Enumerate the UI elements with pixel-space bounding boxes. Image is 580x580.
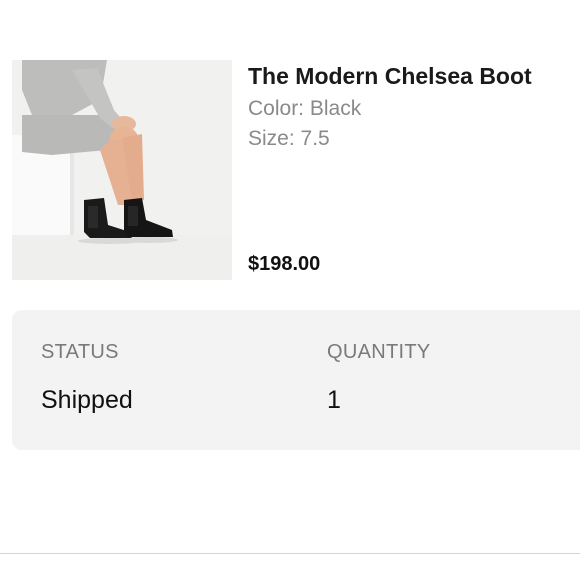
product-title[interactable]: The Modern Chelsea Boot: [248, 63, 532, 90]
order-item-page: The Modern Chelsea Boot Color: Black Siz…: [0, 0, 580, 580]
product-price: $198.00: [248, 253, 321, 275]
chelsea-boot-photo: [12, 60, 232, 280]
status-label: STATUS: [41, 341, 119, 363]
product-size: Size: 7.5: [248, 127, 330, 150]
product-image[interactable]: [12, 60, 232, 280]
section-divider: [0, 553, 580, 554]
order-status-card: STATUS Shipped QUANTITY 1: [12, 310, 580, 450]
quantity-label: QUANTITY: [327, 341, 431, 363]
quantity-value: 1: [327, 386, 341, 414]
product-details: The Modern Chelsea Boot Color: Black Siz…: [248, 60, 578, 280]
product-color: Color: Black: [248, 97, 362, 120]
status-value: Shipped: [41, 386, 133, 414]
product-item[interactable]: The Modern Chelsea Boot Color: Black Siz…: [12, 60, 580, 280]
